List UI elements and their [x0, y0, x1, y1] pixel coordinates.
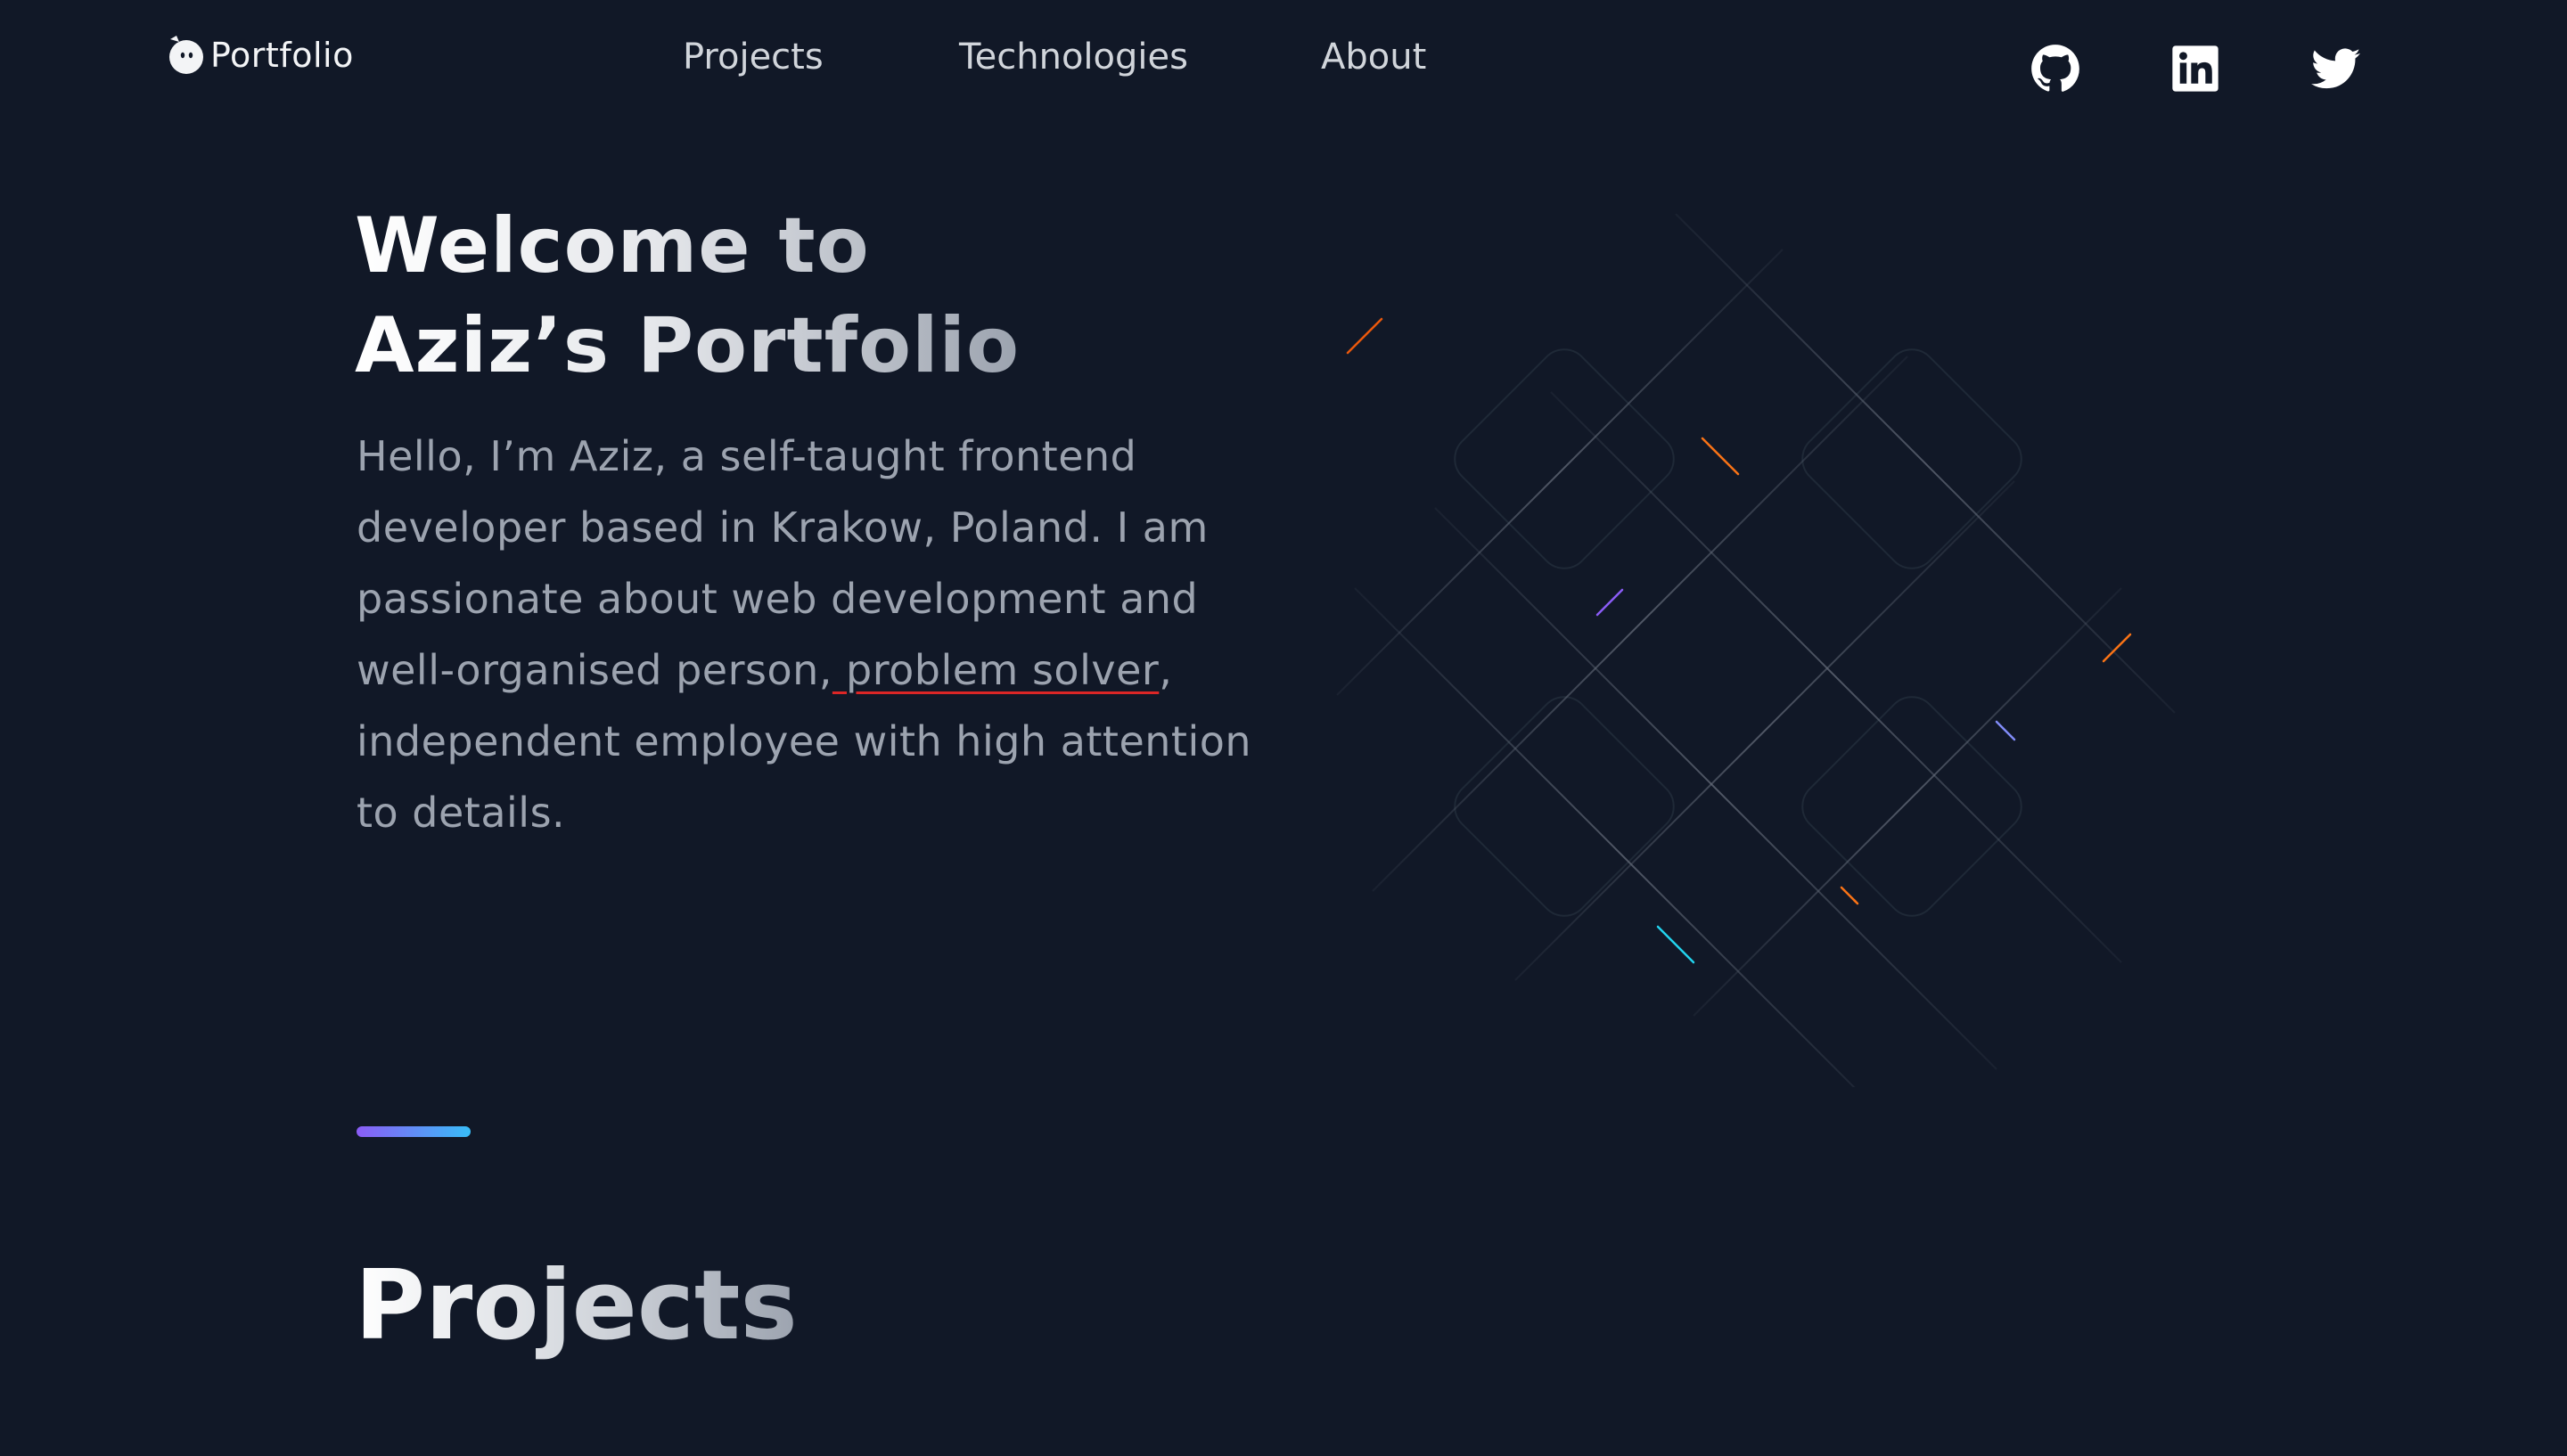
- linkedin-link[interactable]: [2169, 43, 2221, 94]
- intro-paragraph: Hello, I’m Aziz, a self-taught frontend …: [357, 421, 1284, 848]
- hero-title-line1: Welcome to: [355, 201, 870, 290]
- hero-title-line2: Aziz’s Portfolio: [355, 301, 1021, 390]
- section-accent-bar: [357, 1126, 471, 1137]
- hero-title: Welcome to Aziz’s Portfolio: [355, 196, 1020, 396]
- nav-link-about[interactable]: About: [1321, 32, 1426, 82]
- twitter-icon: [2311, 48, 2361, 89]
- intro-highlight: problem solver: [832, 646, 1160, 694]
- nav-link-technologies[interactable]: Technologies: [959, 32, 1188, 82]
- projects-section-title: Projects: [355, 1244, 798, 1369]
- nav-link-projects[interactable]: Projects: [683, 32, 824, 82]
- linkedin-icon: [2172, 45, 2218, 92]
- logo-link[interactable]: Portfolio: [166, 32, 354, 78]
- logo-text: Portfolio: [210, 36, 354, 75]
- decorative-grid-pattern: [1336, 214, 2176, 1087]
- logo-icon: [169, 36, 203, 74]
- portfolio-page: Portfolio Projects Technologies About We…: [0, 0, 2567, 1456]
- github-link[interactable]: [2030, 43, 2081, 94]
- twitter-link[interactable]: [2310, 43, 2362, 94]
- github-icon: [2031, 45, 2079, 92]
